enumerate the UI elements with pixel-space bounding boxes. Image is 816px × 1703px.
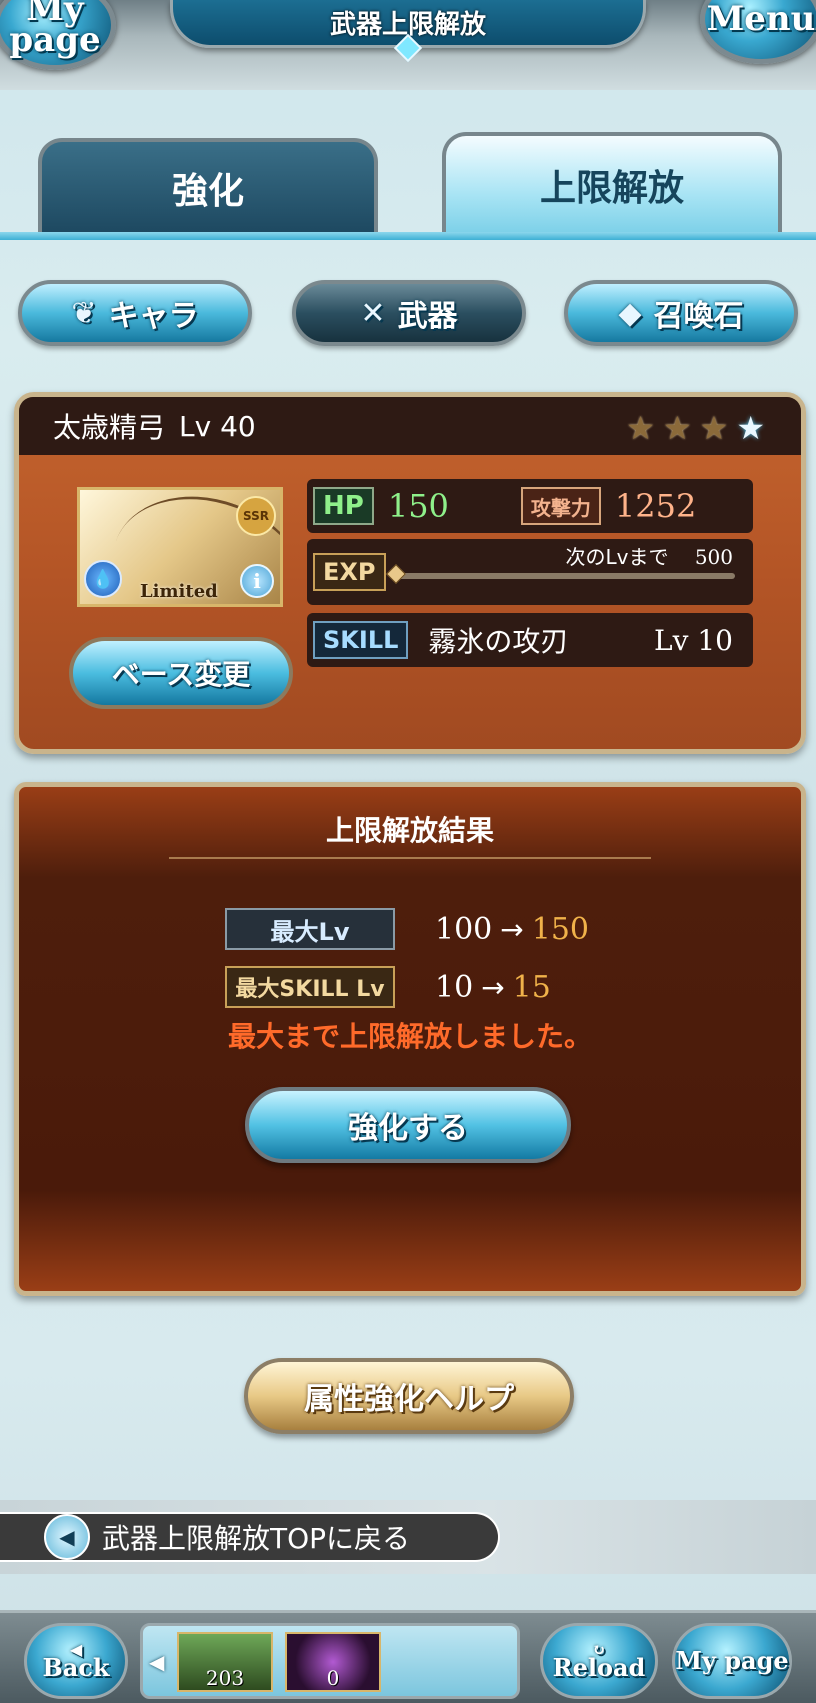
- result-panel: 上限解放結果 最大Lv 100 → 150 最大SKILL Lv 10 → 15…: [14, 782, 806, 1296]
- star-lit-icon: ★: [736, 409, 765, 447]
- mypage-button[interactable]: My page: [0, 0, 116, 70]
- item-slot[interactable]: 203: [177, 1632, 273, 1692]
- atk-value: 1252: [614, 487, 697, 525]
- exp-row: EXP 次のLvまで 500: [307, 539, 753, 605]
- max-skill-lv-from: 10: [435, 969, 474, 1005]
- crossed-swords-icon: ✕: [360, 295, 386, 331]
- category-summon-button[interactable]: ◆ 召喚石: [564, 280, 798, 346]
- max-skill-lv-to: 15: [512, 969, 551, 1005]
- limited-label: Limited: [140, 581, 218, 602]
- star-icon: ★: [662, 409, 692, 447]
- exp-next-value: 500: [694, 545, 733, 569]
- max-lv-label: 最大Lv: [225, 908, 395, 950]
- category-label: 武器: [397, 299, 458, 334]
- item-count: 203: [205, 1666, 245, 1690]
- weapon-header: 太歳精弓 Lv 40 ★ ★ ★ ★: [19, 397, 801, 455]
- back-to-top-link[interactable]: ◀ 武器上限解放TOPに戻る: [0, 1512, 500, 1562]
- result-row-max-skill-lv: 最大SKILL Lv 10 → 15: [225, 965, 551, 1009]
- back-link-label: 武器上限解放TOPに戻る: [102, 1522, 411, 1555]
- weapon-name: 太歳精弓: [53, 411, 166, 444]
- back-label: Back: [42, 1653, 110, 1683]
- mypage-nav-button[interactable]: My page: [672, 1623, 792, 1699]
- tab-limit-break[interactable]: 上限解放: [442, 132, 782, 234]
- weapon-panel: 太歳精弓 Lv 40 ★ ★ ★ ★ SSR 💧 Limited i ベース変更…: [14, 392, 806, 754]
- atk-tag: 攻撃力: [520, 487, 601, 525]
- reload-label: Reload: [552, 1653, 646, 1683]
- weapon-level: Lv 40: [179, 409, 256, 443]
- exp-next-label: 次のLvまで 500: [565, 541, 733, 570]
- header: 武器上限解放 My page Menu: [0, 0, 816, 90]
- category-character-button[interactable]: ❦ キャラ: [18, 280, 252, 346]
- hp-value: 150: [387, 487, 449, 525]
- max-lv-from: 100: [435, 911, 493, 947]
- skill-tag: SKILL: [313, 621, 409, 659]
- hp-atk-row: HP 150 攻撃力 1252: [307, 479, 753, 533]
- ssr-badge: SSR: [236, 496, 276, 536]
- category-weapon-button[interactable]: ✕ 武器: [292, 280, 526, 346]
- skill-name: 霧氷の攻刃: [428, 625, 569, 658]
- category-label: 召喚石: [653, 299, 744, 334]
- item-strip: ◀ 203 0: [140, 1623, 520, 1699]
- tab-underline: [0, 232, 816, 240]
- tab-bar: 強化 上限解放: [0, 128, 816, 240]
- back-bar: ◀ 武器上限解放TOPに戻る: [0, 1500, 816, 1574]
- result-divider: [169, 857, 651, 859]
- element-help-button[interactable]: 属性強化ヘルプ: [244, 1358, 574, 1434]
- exp-bar: [386, 564, 735, 584]
- crystal-icon: ◆: [618, 295, 642, 331]
- max-lv-to: 150: [531, 911, 589, 947]
- strip-left-arrow-icon[interactable]: ◀: [149, 1650, 164, 1674]
- weapon-card[interactable]: SSR 💧 Limited i: [77, 487, 283, 607]
- exp-tag: EXP: [313, 553, 386, 591]
- back-button[interactable]: ◀ Back: [24, 1623, 128, 1699]
- exp-knob-icon: [386, 564, 406, 584]
- star-icon: ★: [699, 409, 729, 447]
- base-change-button[interactable]: ベース変更: [69, 637, 293, 709]
- hp-tag: HP: [313, 487, 374, 525]
- arrow-icon: →: [500, 912, 524, 946]
- rarity-stars: ★ ★ ★ ★: [626, 409, 765, 447]
- skill-level: Lv 10: [654, 623, 733, 657]
- back-arrow-icon: ◀: [44, 1514, 90, 1560]
- bottom-nav: ◀ Back ◀ 203 0 ↻ Reload My page: [0, 1610, 816, 1703]
- result-title: 上限解放結果: [325, 814, 494, 847]
- star-icon: ★: [626, 409, 655, 447]
- result-message: 最大まで上限解放しました。: [227, 1020, 592, 1053]
- reload-button[interactable]: ↻ Reload: [540, 1623, 658, 1699]
- skill-row[interactable]: SKILL 霧氷の攻刃 Lv 10: [307, 613, 753, 667]
- water-element-icon: 💧: [84, 560, 122, 598]
- max-skill-lv-label: 最大SKILL Lv: [225, 966, 395, 1008]
- arrow-icon: →: [481, 970, 505, 1004]
- character-icon: ❦: [71, 295, 97, 331]
- item-count: 0: [326, 1666, 340, 1690]
- item-slot[interactable]: 0: [285, 1632, 381, 1692]
- exp-next-text: 次のLvまで: [565, 545, 669, 569]
- strengthen-button[interactable]: 強化する: [245, 1087, 571, 1163]
- info-icon[interactable]: i: [240, 564, 274, 598]
- category-label: キャラ: [108, 299, 199, 334]
- menu-button[interactable]: Menu: [700, 0, 816, 64]
- tab-strengthen[interactable]: 強化: [38, 138, 378, 234]
- result-row-max-lv: 最大Lv 100 → 150: [225, 907, 589, 951]
